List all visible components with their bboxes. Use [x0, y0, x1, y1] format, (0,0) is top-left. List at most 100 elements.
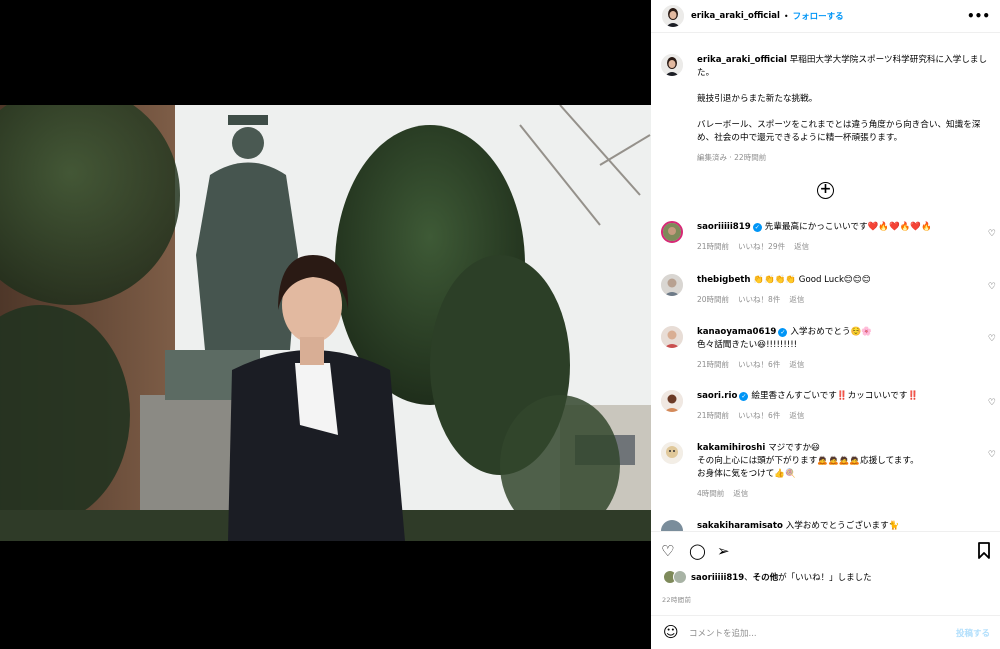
comment-item: saoriiiii819 ✓ 先輩最高にかっこいいです❤️🔥❤️🔥❤️🔥 21時間前…	[661, 221, 996, 252]
comment-username[interactable]: kanaoyama0619	[697, 327, 776, 337]
comment-like-icon[interactable]: ♡	[988, 450, 996, 460]
comment-input[interactable]: コメントを追加...	[689, 627, 757, 639]
comment-avatar[interactable]	[661, 221, 683, 243]
comment-item: kanaoyama0619 ✓ 入学おめでとう☺️🌸 色々話聞きたい😆!!!!!!!…	[661, 326, 996, 370]
comment-body: thebigbeth 👏👏👏👏 Good Luck😊😊😊	[697, 274, 975, 287]
share-icon[interactable]: ➢	[717, 542, 730, 560]
comment-avatar[interactable]	[661, 390, 683, 412]
separator-dot: •	[783, 11, 789, 21]
verified-badge-icon: ✓	[739, 392, 749, 401]
likes-separator: 、	[744, 573, 753, 583]
comment-like-icon[interactable]: ♡	[988, 334, 996, 344]
comment-time[interactable]: 4時間前	[697, 489, 724, 498]
comment-text: 絵里香さんすごいです‼️カッコいいです‼️	[751, 391, 919, 401]
liker-avatar[interactable]	[673, 570, 687, 584]
caption-meta: 編集済み · 22時間前	[697, 153, 767, 162]
comment-actions: 21時間前 いいね！6件 返信	[697, 359, 993, 370]
comment-body: kanaoyama0619 ✓ 入学おめでとう☺️🌸 色々話聞きたい😆!!!!!!!…	[697, 326, 975, 352]
reply-button[interactable]: 返信	[733, 489, 748, 498]
avatar-image	[662, 5, 684, 27]
comment-body: sakakiharamisato 入学おめでとうございます🐈	[697, 520, 975, 531]
comment-avatar[interactable]	[661, 274, 683, 296]
avatar-image	[661, 274, 683, 296]
author-avatar[interactable]	[662, 5, 684, 27]
more-horizontal-icon[interactable]: •••	[967, 9, 990, 23]
comment-username[interactable]: sakakiharamisato	[697, 521, 783, 531]
action-icons: ♡ ◯ ➢	[661, 542, 991, 560]
comment-username[interactable]: thebigbeth	[697, 275, 751, 285]
comment-likes[interactable]: いいね！29件	[738, 242, 785, 251]
likes-suffix: が「いいね！」しました	[778, 573, 872, 583]
verified-badge-icon: ✓	[778, 328, 788, 337]
comment-body: saori.rio ✓ 絵里香さんすごいです‼️カッコいいです‼️	[697, 390, 975, 403]
comment-like-icon[interactable]: ♡	[988, 229, 996, 239]
comment-time[interactable]: 21時間前	[697, 360, 729, 369]
statue-portrait-image	[0, 105, 651, 541]
others-link[interactable]: その他	[753, 573, 779, 583]
reply-button[interactable]: 返信	[789, 411, 804, 420]
comment-text: 先輩最高にかっこいいです❤️🔥❤️🔥❤️🔥	[764, 222, 932, 232]
post-media[interactable]	[0, 0, 651, 649]
avatar-image	[661, 442, 683, 464]
follow-button[interactable]: フォローする	[793, 10, 844, 22]
comment-username[interactable]: saoriiiii819	[697, 222, 751, 232]
verified-badge-icon: ✓	[752, 223, 762, 232]
author-username[interactable]: erika_araki_official	[691, 11, 780, 21]
comment-avatar[interactable]	[661, 520, 683, 531]
heart-icon[interactable]: ♡	[661, 542, 674, 560]
reply-button[interactable]: 返信	[794, 242, 809, 251]
load-more-comments-icon[interactable]: +	[817, 182, 834, 199]
caption-avatar[interactable]	[661, 54, 683, 76]
comment-actions: 20時間前 いいね！8件 返信	[697, 294, 993, 305]
comment-text: 入学おめでとうございます🐈	[785, 521, 900, 531]
comment-item: saori.rio ✓ 絵里香さんすごいです‼️カッコいいです‼️ 21時間前 いいね…	[661, 390, 996, 421]
comment-time[interactable]: 21時間前	[697, 242, 729, 251]
comment-time[interactable]: 21時間前	[697, 411, 729, 420]
comment-item: thebigbeth 👏👏👏👏 Good Luck😊😊😊 20時間前 いいね！8件…	[661, 274, 996, 305]
caption-line-2: 競技引退からまた新たな挑戦。	[697, 94, 818, 104]
avatar-image	[661, 326, 683, 348]
comment-avatar[interactable]	[661, 442, 683, 464]
likes-text: saoriiiii819、その他が「いいね！」しました	[691, 571, 872, 583]
avatar-image	[661, 390, 683, 412]
comment-body: kakamihiroshi マジですか😃 その向上心には頭が下がります🙇🙇🙇🙇応…	[697, 442, 975, 481]
caption-username[interactable]: erika_araki_official	[697, 55, 787, 65]
liker-username[interactable]: saoriiiii819	[691, 573, 744, 583]
comment-like-icon[interactable]: ♡	[988, 398, 996, 408]
comment-input-row: ☺ コメントを追加... 投稿する	[651, 615, 1000, 649]
comment-username[interactable]: saori.rio	[697, 391, 737, 401]
comment-username[interactable]: kakamihiroshi	[697, 443, 765, 453]
comment-likes[interactable]: いいね！6件	[738, 360, 780, 369]
caption-line-3: バレーボール、スポーツをこれまでとは違う角度から向き合い、知識を深め、社会の中で…	[697, 120, 981, 143]
comment-likes[interactable]: いいね！6件	[738, 411, 780, 420]
post-actions-bar: ♡ ◯ ➢ saoriiiii819、その他が「いいね！」しました 22時間前	[651, 531, 1000, 615]
comment-avatar[interactable]	[661, 326, 683, 348]
comment-time[interactable]: 20時間前	[697, 295, 729, 304]
avatar-image	[661, 520, 683, 531]
comment-item: kakamihiroshi マジですか😃 その向上心には頭が下がります🙇🙇🙇🙇応…	[661, 442, 996, 499]
comment-actions: 21時間前 いいね！29件 返信	[697, 241, 993, 252]
comment-likes[interactable]: いいね！8件	[738, 295, 780, 304]
comment-item: sakakiharamisato 入学おめでとうございます🐈	[661, 520, 993, 531]
post-side-panel: erika_araki_official • フォローする ••• erika_…	[651, 0, 1000, 649]
comment-actions: 4時間前 返信	[697, 488, 993, 499]
avatar-image	[663, 223, 681, 241]
caption: erika_araki_official 早稲田大学大学院スポーツ科学研究科に入…	[661, 54, 993, 163]
emoji-icon[interactable]: ☺	[663, 624, 679, 640]
post-photo[interactable]	[0, 105, 651, 541]
post-timestamp[interactable]: 22時間前	[662, 594, 691, 604]
avatar-image	[661, 54, 683, 76]
post-comment-button[interactable]: 投稿する	[956, 627, 990, 639]
comments-scroll-area[interactable]: erika_araki_official 早稲田大学大学院スポーツ科学研究科に入…	[651, 34, 1000, 531]
likes-summary: saoriiiii819、その他が「いいね！」しました	[663, 570, 872, 584]
caption-text: erika_araki_official 早稲田大学大学院スポーツ科学研究科に入…	[697, 54, 993, 145]
comment-like-icon[interactable]: ♡	[988, 282, 996, 292]
bookmark-shape	[978, 542, 990, 559]
reply-button[interactable]: 返信	[789, 360, 804, 369]
post-header: erika_araki_official • フォローする •••	[651, 0, 1000, 33]
bookmark-icon[interactable]	[977, 542, 991, 563]
comment-icon[interactable]: ◯	[689, 542, 706, 560]
reply-button[interactable]: 返信	[789, 295, 804, 304]
comment-body: saoriiiii819 ✓ 先輩最高にかっこいいです❤️🔥❤️🔥❤️🔥	[697, 221, 975, 234]
comment-text: 👏👏👏👏 Good Luck😊😊😊	[753, 275, 871, 285]
